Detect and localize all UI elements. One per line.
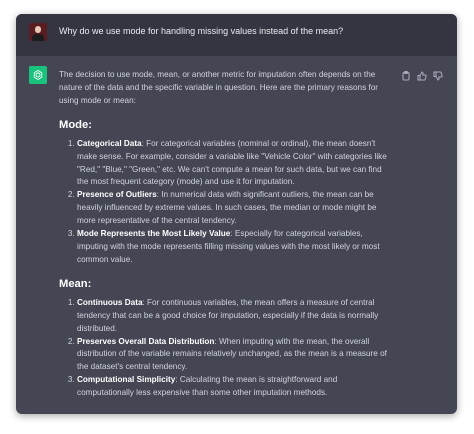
list-item: Mode Represents the Most Likely Value: E… — [77, 228, 389, 267]
assistant-response: The decision to use mode, mean, or anoth… — [59, 69, 389, 400]
section-heading-mean: Mean: — [59, 277, 92, 290]
section-heading-mode: Mode: — [59, 118, 92, 131]
chat-window: Why do we use mode for handling missing … — [16, 14, 457, 414]
user-message-row: Why do we use mode for handling missing … — [16, 14, 457, 56]
intro-paragraph: The decision to use mode, mean, or anoth… — [59, 70, 379, 105]
list-item: Presence of Outliers: In numerical data … — [77, 189, 389, 228]
message-actions — [401, 68, 443, 81]
mode-reasons-list: Categorical Data: For categorical variab… — [77, 138, 389, 267]
list-item: Computational Simplicity: Calculating th… — [77, 374, 389, 400]
list-item: Categorical Data: For categorical variab… — [77, 138, 389, 190]
list-item: Continuous Data: For continuous variable… — [77, 297, 389, 336]
thumbs-up-icon[interactable] — [417, 68, 427, 81]
user-question: Why do we use mode for handling missing … — [59, 26, 344, 36]
copy-icon[interactable] — [401, 68, 411, 81]
user-avatar — [29, 23, 47, 41]
thumbs-down-icon[interactable] — [433, 68, 443, 81]
mean-reasons-list: Continuous Data: For continuous variable… — [77, 297, 389, 400]
chatgpt-logo-icon — [29, 66, 47, 84]
list-item: Preserves Overall Data Distribution: Whe… — [77, 336, 389, 375]
